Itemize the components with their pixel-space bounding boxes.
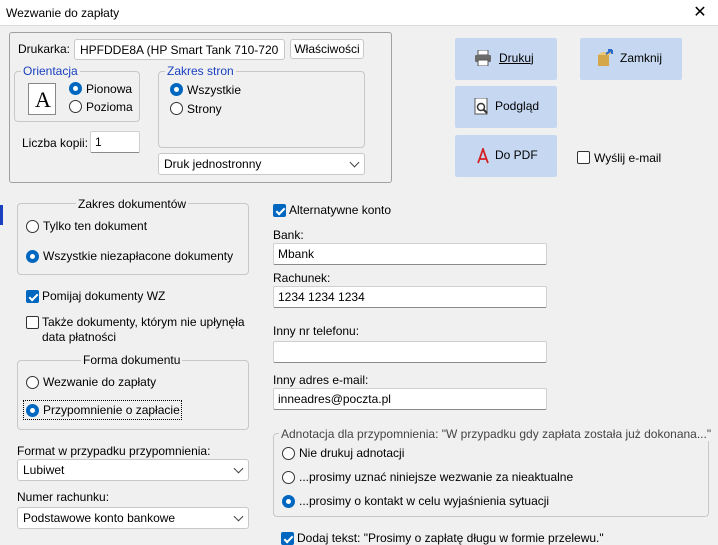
send-email-label: Wyślij e-mail [594, 151, 662, 165]
all-unpaid-documents-label: Wszystkie niezapłacone dokumenty [43, 249, 234, 263]
duplex-value: Druk jednostronny [164, 157, 262, 171]
radio-annotation-void[interactable] [282, 471, 295, 484]
pdf-icon [477, 148, 489, 164]
landscape-label: Pozioma [86, 100, 133, 114]
close-button[interactable]: Zamknij [580, 38, 682, 80]
radio-annotation-contact[interactable] [282, 495, 295, 508]
bank-input[interactable]: Mbank [273, 243, 547, 265]
magnifier-document-icon [474, 98, 488, 115]
radio-all-pages[interactable] [170, 83, 183, 96]
document-range-legend: Zakres dokumentów [76, 197, 189, 211]
annotation-legend: Adnotacja dla przypomnienia: "W przypadk… [279, 427, 714, 441]
window-title: Wezwanie do zapłaty [6, 6, 120, 20]
no-annotation-label: Nie drukuj adnotacji [299, 446, 405, 460]
account-number-select[interactable]: Podstawowe konto bankowe [17, 507, 249, 529]
alt-account-checkbox[interactable] [273, 204, 286, 217]
radio-all-unpaid-documents[interactable] [26, 250, 39, 263]
radio-only-this-document[interactable] [26, 220, 39, 233]
account-number-label: Numer rachunku: [17, 490, 110, 504]
exit-icon [598, 49, 613, 66]
add-text-checkbox[interactable] [281, 532, 294, 545]
pdf-button[interactable]: Do PDF [455, 135, 557, 177]
pages-label: Strony [187, 102, 222, 116]
copies-input[interactable]: 1 [90, 131, 140, 153]
radio-reminder[interactable] [26, 404, 39, 417]
other-phone-label: Inny nr telefonu: [273, 324, 360, 338]
account-number-value: Podstawowe konto bankowe [23, 511, 176, 525]
chevron-down-icon [233, 511, 244, 522]
portrait-label: Pionowa [86, 82, 133, 96]
send-email-checkbox[interactable] [577, 151, 590, 164]
printer-value: HPFDDE8A (HP Smart Tank 710-720 [80, 43, 279, 57]
close-icon[interactable]: ✕ [690, 3, 710, 23]
alt-account-label: Alternatywne konto [289, 203, 392, 217]
print-button[interactable]: Drukuj [455, 38, 557, 80]
properties-button[interactable]: Właściwości [290, 39, 364, 59]
preview-button[interactable]: Podgląd [455, 86, 557, 128]
orientation-legend: Orientacja [21, 64, 80, 78]
other-email-label: Inny adres e-mail: [273, 373, 369, 387]
other-email-input[interactable]: inneadres@poczta.pl [273, 388, 547, 410]
other-phone-input[interactable] [273, 341, 547, 363]
print-label: Drukuj [499, 51, 534, 65]
copies-label: Liczba kopii: [22, 136, 89, 150]
printer-label: Drukarka: [18, 42, 71, 56]
bank-label: Bank: [273, 228, 304, 242]
close-label: Zamknij [620, 51, 663, 65]
annotation-contact-label: ...prosimy o kontakt w celu wyjaśnienia … [299, 494, 550, 508]
preview-label: Podgląd [495, 99, 540, 113]
add-text-label: Dodaj tekst: "Prosimy o zapłatę długu w … [297, 531, 604, 545]
document-form-legend: Forma dokumentu [81, 353, 183, 367]
skip-wz-label: Pomijaj dokumenty WZ [42, 289, 166, 303]
reminder-format-value: Lubiwet [23, 463, 65, 477]
radio-no-annotation[interactable] [282, 447, 295, 460]
radio-demand[interactable] [26, 376, 39, 389]
skip-wz-checkbox[interactable] [26, 290, 39, 303]
chevron-down-icon [349, 157, 360, 168]
duplex-select[interactable]: Druk jednostronny [158, 153, 365, 175]
chevron-down-icon [233, 463, 244, 474]
radio-pages[interactable] [170, 102, 183, 115]
printer-select[interactable]: HPFDDE8A (HP Smart Tank 710-720 [74, 39, 285, 60]
portrait-page-icon: A [28, 83, 56, 115]
all-pages-label: Wszystkie [187, 83, 241, 97]
reminder-label: Przypomnienie o zapłacie [43, 403, 180, 417]
printer-icon [475, 50, 491, 66]
not-due-label-line2: data płatności [42, 330, 117, 344]
account-label: Rachunek: [273, 271, 331, 285]
not-due-label-line1: Także dokumenty, którym nie upłynęła [42, 315, 245, 329]
annotation-void-label: ...prosimy uznać niniejsze wezwanie za n… [299, 470, 574, 484]
focus-indicator [0, 205, 3, 225]
demand-label: Wezwanie do zapłaty [43, 375, 157, 389]
only-this-document-label: Tylko ten dokument [43, 219, 148, 233]
not-due-checkbox[interactable] [26, 316, 39, 329]
account-input[interactable]: 1234 1234 1234 [273, 286, 547, 308]
reminder-format-select[interactable]: Lubiwet [17, 459, 249, 481]
radio-landscape[interactable] [69, 100, 82, 113]
radio-portrait[interactable] [69, 82, 82, 95]
document-range-group [17, 203, 249, 275]
pdf-label: Do PDF [495, 148, 538, 162]
reminder-format-label: Format w przypadku przypomnienia: [17, 444, 211, 458]
page-range-legend: Zakres stron [165, 64, 236, 78]
